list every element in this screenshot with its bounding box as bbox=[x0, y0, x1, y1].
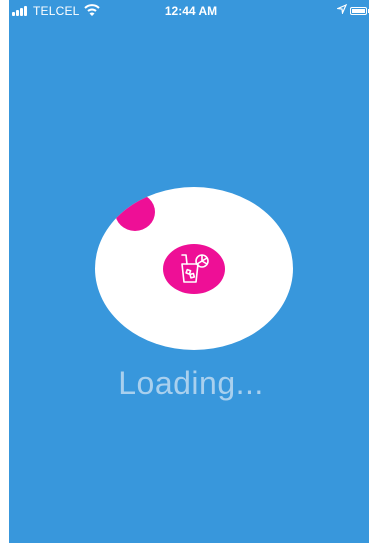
location-arrow-icon bbox=[337, 4, 347, 14]
status-bar: TELCEL 12:44 AM bbox=[9, 0, 369, 22]
drink-cup-icon bbox=[181, 254, 209, 283]
loading-text: Loading... bbox=[118, 365, 264, 401]
orbit-dot bbox=[115, 193, 155, 231]
status-time: 12:44 AM bbox=[164, 4, 218, 18]
app-badge bbox=[163, 244, 225, 294]
app-screen: TELCEL 12:44 AM Loading... bbox=[9, 0, 369, 543]
battery-icon bbox=[350, 7, 367, 15]
loader-circle bbox=[95, 187, 293, 350]
